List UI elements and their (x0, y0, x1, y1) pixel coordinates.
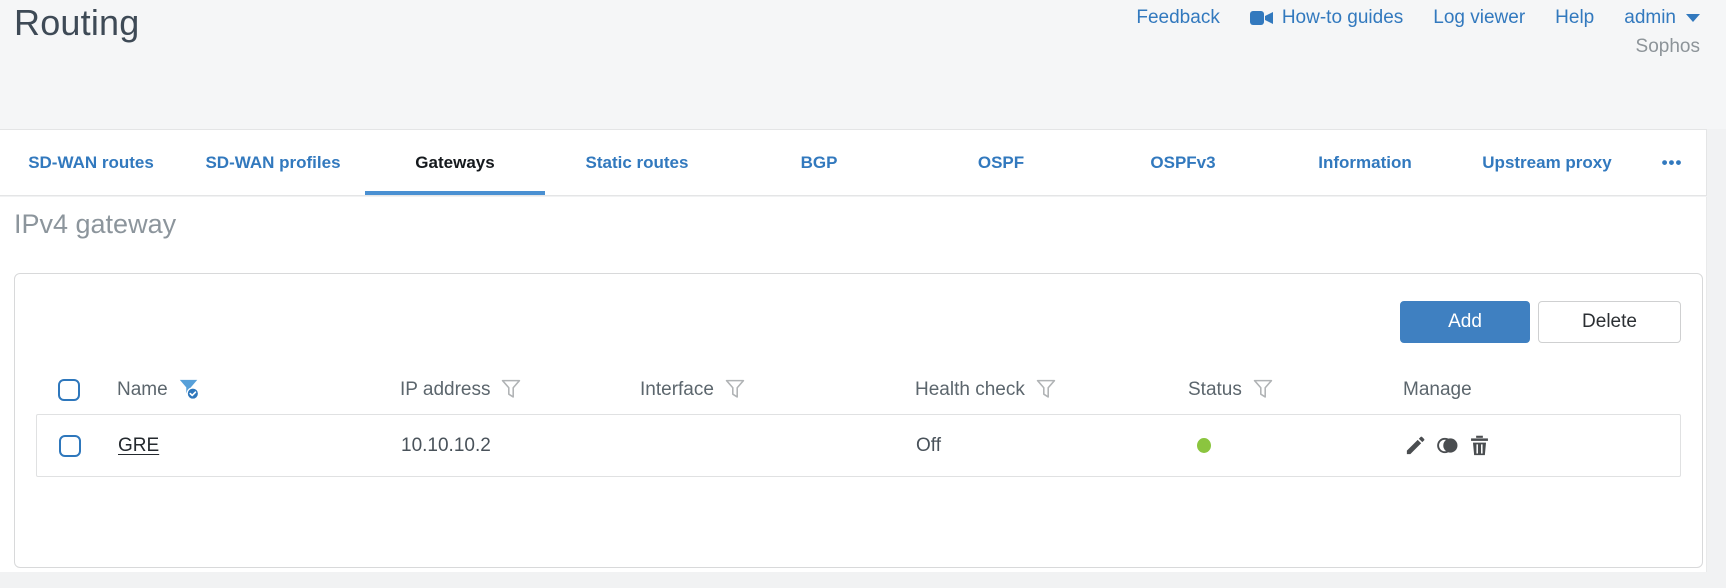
column-header-ip-address: IP address (400, 378, 640, 401)
funnel-check-icon[interactable] (178, 378, 200, 401)
row-checkbox[interactable] (59, 434, 81, 457)
funnel-icon[interactable] (1252, 378, 1274, 401)
video-camera-icon (1249, 9, 1274, 27)
feedback-link[interactable]: Feedback (1136, 7, 1219, 29)
funnel-icon[interactable] (500, 378, 522, 401)
gateway-health-check: Off (916, 434, 941, 456)
page-header: Routing Feedback How-to guides Log viewe… (0, 0, 1726, 129)
funnel-icon[interactable] (724, 378, 746, 401)
column-header-status: Status (1188, 378, 1403, 401)
tab-ospf[interactable]: OSPF (910, 130, 1092, 195)
section-title: IPv4 gateway (14, 209, 177, 239)
add-button[interactable]: Add (1400, 301, 1530, 343)
table-header-row: Name IP address Interface Health check S… (36, 366, 1681, 413)
column-header-interface: Interface (640, 378, 915, 401)
page-title: Routing (14, 2, 140, 43)
tab-upstream-proxy[interactable]: Upstream proxy (1456, 130, 1638, 195)
tab-information[interactable]: Information (1274, 130, 1456, 195)
admin-menu[interactable]: admin (1624, 7, 1700, 29)
log-viewer-link[interactable]: Log viewer (1433, 7, 1525, 29)
tab-gateways[interactable]: Gateways (364, 130, 546, 195)
tab-bar: SD-WAN routes SD-WAN profiles Gateways S… (0, 129, 1707, 196)
edit-pencil-icon[interactable] (1404, 434, 1427, 457)
column-header-health-check: Health check (915, 378, 1188, 401)
tab-sdwan-routes[interactable]: SD-WAN routes (0, 130, 182, 195)
header-links: Feedback How-to guides Log viewer Help a… (1136, 7, 1700, 29)
tab-bgp[interactable]: BGP (728, 130, 910, 195)
delete-trash-icon[interactable] (1468, 434, 1491, 457)
column-header-name: Name (117, 378, 400, 401)
status-up-indicator (1197, 438, 1211, 453)
table-row: GRE 10.10.10.2 Off (36, 414, 1681, 477)
howto-guides-link[interactable]: How-to guides (1249, 7, 1403, 29)
funnel-icon[interactable] (1035, 378, 1057, 401)
tabs-overflow-button[interactable]: ••• (1638, 130, 1706, 195)
tab-static-routes[interactable]: Static routes (546, 130, 728, 195)
gateway-ip-address: 10.10.10.2 (401, 434, 491, 456)
manage-actions (1404, 434, 1680, 457)
delete-button[interactable]: Delete (1538, 301, 1681, 343)
gateway-table-card: Add Delete Name IP address Interface Hea… (14, 273, 1703, 568)
gateway-table: Name IP address Interface Health check S… (36, 366, 1681, 477)
table-actions: Add Delete (1400, 301, 1681, 343)
tab-ospfv3[interactable]: OSPFv3 (1092, 130, 1274, 195)
gateway-name-link[interactable]: GRE (118, 435, 159, 456)
chevron-down-icon (1686, 14, 1700, 22)
brand-label: Sophos (1635, 36, 1700, 57)
help-link[interactable]: Help (1555, 7, 1594, 29)
clone-icon[interactable] (1436, 434, 1459, 457)
select-all-checkbox[interactable] (58, 378, 80, 401)
column-header-manage: Manage (1403, 378, 1472, 400)
content-area: IPv4 gateway Add Delete Name IP address … (0, 197, 1707, 572)
tab-sdwan-profiles[interactable]: SD-WAN profiles (182, 130, 364, 195)
